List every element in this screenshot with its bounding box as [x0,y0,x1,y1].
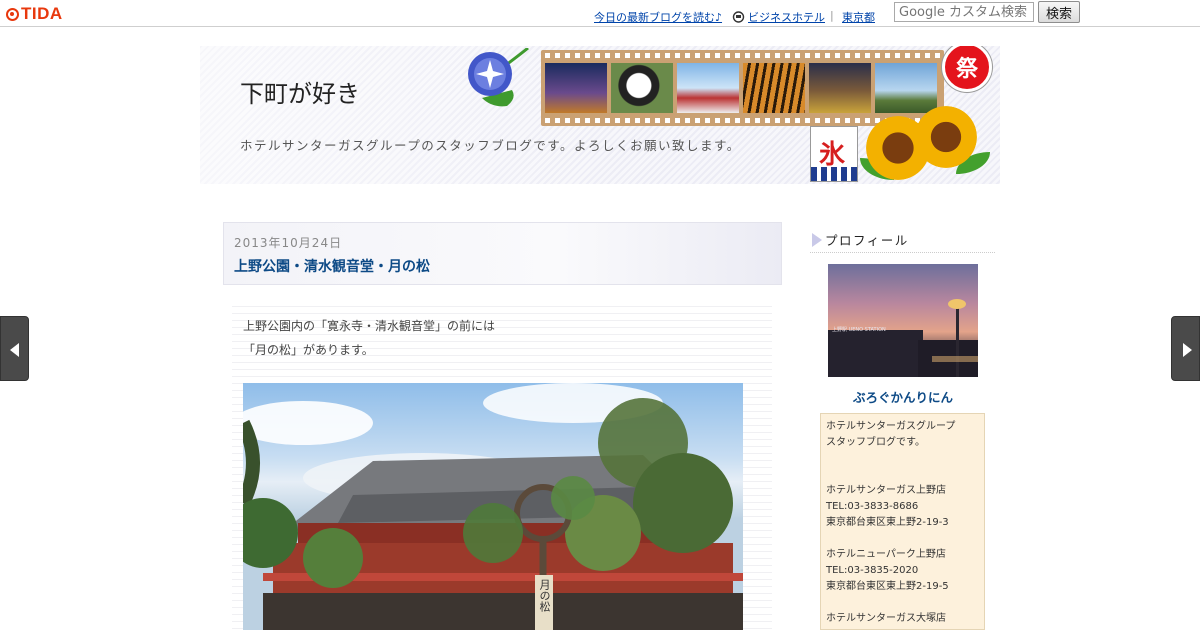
profile-avatar[interactable]: 上野駅 UENO STATION [828,264,978,377]
post-title[interactable]: 上野公園・清水観音堂・月の松 [234,256,430,276]
film-frame-5 [809,63,871,113]
kakigori-flag-text: 氷 [819,140,846,170]
profile-line: ホテルニューパーク上野店 [826,549,946,560]
hotel-icon [732,10,745,23]
film-frame-6 [875,63,937,113]
post-text-line: 「月の松」があります。 [243,343,374,357]
blog-header-banner: 下町が好き ホテルサンターガスグループのスタッフブログです。よろしくお願い致しま… [200,46,1000,184]
post-date: 2013年10月24日 [234,236,343,250]
profile-line: スタッフブログです。 [826,437,925,448]
profile-line: 東京都台東区東上野2-19-5 [826,581,949,592]
search-button[interactable]: 検索 [1038,1,1080,23]
ueno-station-illustration [828,299,978,377]
tokyo-link[interactable]: 東京都 [842,11,875,24]
morning-glory-icon [468,48,529,107]
triangle-bullet-icon [812,233,822,247]
tida-logo[interactable]: TIDA [6,4,63,24]
film-frame-3 [677,63,739,113]
profile-heading: プロフィール [825,233,909,248]
photo-filmstrip [541,50,944,126]
profile-line [826,531,979,547]
post-photo-temple[interactable]: 月の松 [243,383,743,630]
business-hotel-link[interactable]: ビジネスホテル [748,9,825,25]
profile-line: TEL:03-3833-8686 [826,501,919,512]
ueno-station-sign: 上野駅 UENO STATION [832,327,886,333]
blog-title[interactable]: 下町が好き [240,74,360,109]
profile-line [826,451,979,467]
link-separator: | [830,9,834,22]
top-bar: TIDA 今日の最新ブログを読む♪ ビジネスホテル | 東京都 検索 [0,0,1200,27]
profile-section-header: プロフィール [810,229,995,253]
post-text-line: 上野公園内の「寛永寺・清水観音堂」の前には [243,319,496,333]
next-page-arrow[interactable] [1171,316,1200,381]
sunflower-icon [915,106,977,168]
logo-mark-icon [6,7,19,21]
search-input[interactable] [894,2,1034,22]
profile-line: ホテルサンターガスグループ [826,421,956,432]
profile-line [826,595,979,611]
profile-nickname[interactable]: ぶろぐかんりにん [810,387,996,406]
profile-line [826,467,979,483]
profile-line: ホテルサンターガス上野店 [826,485,946,496]
film-frame-2 [611,63,673,113]
profile-line: ホテルサンターガス大塚店 [826,613,946,624]
today-latest-blog-link[interactable]: 今日の最新ブログを読む♪ [594,11,722,24]
kakigori-flag-icon: 氷 [810,126,858,182]
logo-text: TIDA [21,4,63,23]
profile-description-box: ホテルサンターガスグループ スタッフブログです。 ホテルサンターガス上野店 TE… [820,413,985,630]
film-frame-1 [545,63,607,113]
post-text: 上野公園内の「寛永寺・清水観音堂」の前には 「月の松」があります。 [243,314,743,362]
post-header: 2013年10月24日 上野公園・清水観音堂・月の松 [223,222,782,285]
blog-description: ホテルサンターガスグループのスタッフブログです。よろしくお願い致します。 [240,138,741,153]
previous-page-arrow[interactable] [0,316,29,381]
tsuki-no-matsu-sign: 月の松 [538,579,551,612]
film-frame-4 [743,63,805,113]
profile-line: 東京都台東区東上野2-19-3 [826,517,949,528]
profile-line: TEL:03-3835-2020 [826,565,919,576]
temple-photo-illustration [243,383,743,630]
